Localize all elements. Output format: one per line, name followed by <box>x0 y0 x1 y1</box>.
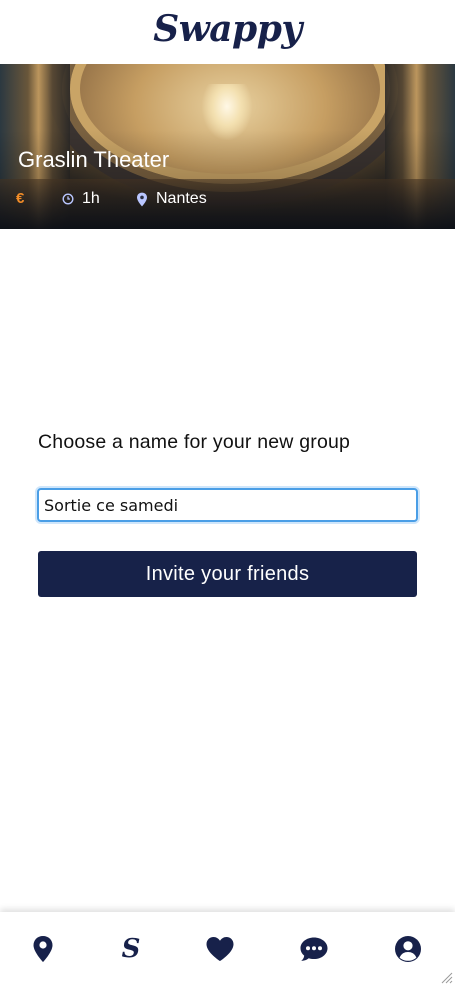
event-duration: 1h <box>62 190 100 208</box>
event-location: Nantes <box>136 190 207 208</box>
app-header: Swappy <box>0 0 455 64</box>
nav-profile[interactable] <box>393 934 423 964</box>
user-icon <box>395 936 421 962</box>
euro-icon: € <box>16 190 25 207</box>
nav-swappy[interactable]: S <box>116 934 146 964</box>
app-logo[interactable]: Swappy <box>0 8 455 50</box>
location-pin-icon <box>137 192 147 206</box>
group-name-input[interactable] <box>37 488 418 522</box>
invite-friends-button[interactable]: Invite your friends <box>38 551 417 597</box>
event-duration-label: 1h <box>82 190 100 207</box>
nav-map[interactable] <box>28 934 58 964</box>
nav-messages[interactable] <box>299 934 329 964</box>
group-name-prompt: Choose a name for your new group <box>38 431 351 453</box>
resize-grip-icon[interactable] <box>441 972 453 984</box>
event-hero: Graslin Theater € 1h Nantes <box>0 64 455 229</box>
event-price: € <box>16 190 24 207</box>
chat-icon <box>300 937 328 961</box>
map-pin-icon <box>33 936 53 962</box>
swappy-s-icon: S <box>121 934 141 964</box>
heart-icon <box>206 937 234 961</box>
nav-favorites[interactable] <box>205 934 235 964</box>
event-title: Graslin Theater <box>18 147 170 172</box>
clock-icon <box>62 193 74 205</box>
bottom-nav: S <box>0 912 455 986</box>
event-location-label: Nantes <box>156 190 207 207</box>
